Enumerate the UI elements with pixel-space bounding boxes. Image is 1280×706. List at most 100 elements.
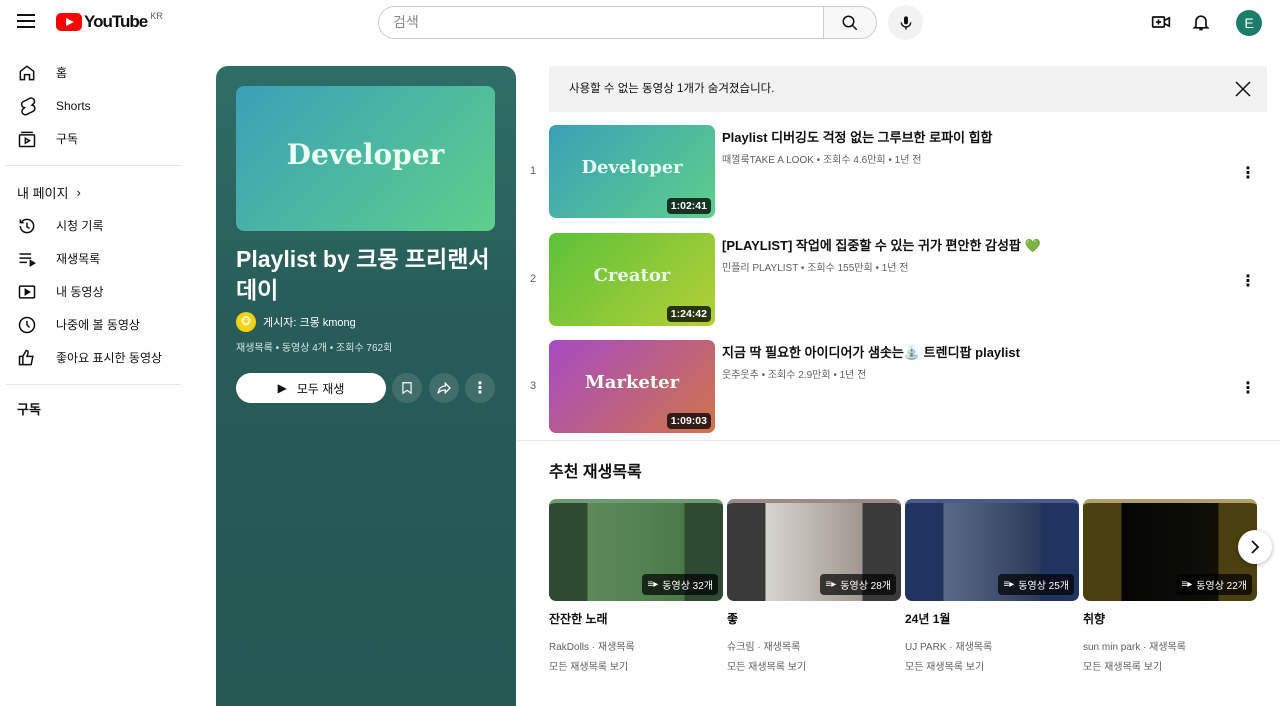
- home-icon: [19, 64, 35, 80]
- divider: [6, 384, 181, 385]
- playlist-icon: ≡▸: [647, 579, 659, 590]
- card-channel[interactable]: UJ PARK · 재생목록: [905, 638, 1079, 653]
- playlist-title: Playlist by 크몽 프리랜서 데이: [236, 246, 490, 303]
- save-button[interactable]: [392, 373, 422, 403]
- sidebar-item-playlists[interactable]: 재생목록: [0, 242, 187, 275]
- voice-search-button[interactable]: [888, 5, 923, 40]
- video-meta: 웃추웃추 • 조회수 2.9만회 • 1년 전: [722, 370, 867, 381]
- recommended-heading: 추천 재생목록: [549, 464, 642, 481]
- card-channel[interactable]: sun min park · 재생목록: [1083, 638, 1257, 653]
- microphone-icon: [900, 15, 911, 30]
- video-count-badge: ≡▸ 동영상 28개: [820, 574, 896, 595]
- bell-icon: [1192, 15, 1210, 31]
- video-title[interactable]: Playlist 디버깅도 걱정 없는 그루브한 로파이 힙합: [722, 127, 993, 146]
- recommended-playlist-card[interactable]: ≡▸ 동영상 22개 취향 sun min park · 재생목록 모든 재생목록…: [1083, 499, 1257, 673]
- card-title[interactable]: 취향: [1083, 610, 1257, 627]
- card-title[interactable]: 좋: [727, 610, 901, 627]
- sidebar-item-my-videos[interactable]: 내 동영상: [0, 275, 187, 308]
- duration-badge: 1:02:41: [666, 198, 711, 214]
- more-vert-icon: ⋮: [472, 380, 488, 397]
- view-all-link[interactable]: 모든 재생목록 보기: [549, 658, 723, 673]
- sidebar-item-watch-later[interactable]: 나중에 볼 동영상: [0, 308, 187, 341]
- sidebar-my-page[interactable]: 내 페이지 ›: [0, 176, 187, 209]
- playlist-video-row[interactable]: 3 Marketer 1:09:03 지금 딱 필요한 아이디어가 샘솟는⛲ 트렌…: [520, 340, 1280, 434]
- youtube-logo[interactable]: YouTube KR: [56, 11, 163, 32]
- share-button[interactable]: [429, 373, 459, 403]
- playlist-icon: ≡▸: [1003, 579, 1015, 590]
- card-channel[interactable]: RakDolls · 재생목록: [549, 638, 723, 653]
- carousel-next-button[interactable]: [1238, 530, 1272, 564]
- shorts-icon: [20, 96, 36, 116]
- more-vert-icon[interactable]: ⋮: [1240, 271, 1256, 291]
- playlist-thumbnail[interactable]: ≡▸ 동영상 22개: [1083, 499, 1257, 601]
- playlist-icon: ≡▸: [1181, 579, 1193, 590]
- video-meta: 민플리 PLAYLIST • 조회수 155만회 • 1년 전: [722, 263, 909, 274]
- recommended-playlist-card[interactable]: ≡▸ 동영상 25개 24년 1월 UJ PARK · 재생목록 모든 재생목록 …: [905, 499, 1079, 673]
- divider: [6, 165, 181, 166]
- sidebar-item-history[interactable]: 시청 기록: [0, 209, 187, 242]
- playlist-thumbnail[interactable]: ≡▸ 동영상 28개: [727, 499, 901, 601]
- menu-icon[interactable]: [17, 14, 35, 28]
- play-icon: ▶: [277, 381, 287, 395]
- video-title[interactable]: 지금 딱 필요한 아이디어가 샘솟는⛲ 트렌디팝 playlist: [722, 342, 1020, 361]
- view-all-link[interactable]: 모든 재생목록 보기: [727, 658, 901, 673]
- close-icon[interactable]: [1235, 81, 1251, 97]
- chevron-right-icon: ›: [76, 185, 81, 200]
- avatar[interactable]: E: [1236, 10, 1262, 36]
- subscriptions-icon: [18, 131, 36, 147]
- owner-avatar: 🐵: [236, 312, 256, 332]
- notifications-button[interactable]: [1183, 4, 1219, 40]
- view-all-link[interactable]: 모든 재생목록 보기: [1083, 658, 1257, 673]
- thumbs-up-icon: [18, 349, 34, 365]
- recommended-playlist-card[interactable]: ≡▸ 동영상 28개 좋 슈크림 · 재생목록 모든 재생목록 보기: [727, 499, 901, 673]
- bookmark-icon: [402, 382, 412, 395]
- playlist-icon: ≡▸: [825, 579, 837, 590]
- search-button[interactable]: [823, 6, 877, 39]
- share-icon: [437, 381, 451, 395]
- playlist-video-row[interactable]: 1 Developer 1:02:41 Playlist 디버깅도 걱정 없는 그…: [520, 125, 1280, 219]
- playlist-thumbnail[interactable]: Developer: [236, 86, 495, 231]
- recommended-playlist-card[interactable]: ≡▸ 동영상 32개 잔잔한 노래 RakDolls · 재생목록 모든 재생목록…: [549, 499, 723, 673]
- card-title[interactable]: 24년 1월: [905, 610, 1079, 627]
- video-title[interactable]: [PLAYLIST] 작업에 집중할 수 있는 귀가 편안한 감성팝 💚: [722, 235, 1041, 254]
- sidebar-item-liked[interactable]: 좋아요 표시한 동영상: [0, 341, 187, 374]
- playlist-thumbnail[interactable]: ≡▸ 동영상 25개: [905, 499, 1079, 601]
- video-meta: 때껄룩TAKE A LOOK • 조회수 4.6만회 • 1년 전: [722, 155, 922, 166]
- create-button[interactable]: [1143, 4, 1179, 40]
- top-bar: YouTube KR 검색 E: [0, 0, 1280, 44]
- chevron-right-icon: [1251, 540, 1260, 554]
- youtube-play-icon: [56, 13, 82, 31]
- more-vert-icon[interactable]: ⋮: [1240, 163, 1256, 183]
- subscriptions-heading: 구독: [17, 402, 41, 417]
- playlist-icon: [19, 252, 36, 267]
- playlist-meta: 재생목록 • 동영상 4개 • 조회수 762회: [236, 343, 393, 354]
- video-thumbnail[interactable]: Marketer 1:09:03: [549, 340, 715, 433]
- view-all-link[interactable]: 모든 재생목록 보기: [905, 658, 1079, 673]
- sidebar-item-shorts[interactable]: Shorts: [0, 89, 187, 122]
- card-title[interactable]: 잔잔한 노래: [549, 610, 723, 627]
- card-channel[interactable]: 슈크림 · 재생목록: [727, 638, 901, 653]
- sidebar: 홈 Shorts 구독 내 페이지 › 시청 기록 재생목록 내 동영상 나중에 …: [0, 56, 187, 425]
- video-count-badge: ≡▸ 동영상 25개: [998, 574, 1074, 595]
- sidebar-item-home[interactable]: 홈: [0, 56, 187, 89]
- my-videos-icon: [18, 284, 36, 299]
- playlist-video-row[interactable]: 2 Creator 1:24:42 [PLAYLIST] 작업에 집중할 수 있는…: [520, 233, 1280, 327]
- create-video-icon: [1151, 16, 1171, 28]
- history-icon: [19, 218, 35, 233]
- video-thumbnail[interactable]: Developer 1:02:41: [549, 125, 715, 218]
- more-vert-icon[interactable]: ⋮: [1240, 378, 1256, 398]
- sidebar-item-subscriptions[interactable]: 구독: [0, 122, 187, 155]
- search-input[interactable]: 검색: [378, 6, 824, 39]
- search-icon: [842, 15, 858, 30]
- playlist-owner[interactable]: 🐵 게시자: 크몽 kmong: [236, 312, 356, 332]
- playlist-header-panel: Developer Playlist by 크몽 프리랜서 데이 🐵 게시자: 크…: [216, 66, 516, 706]
- more-actions-button[interactable]: ⋮: [465, 373, 495, 403]
- duration-badge: 1:09:03: [666, 413, 711, 429]
- clock-icon: [18, 316, 36, 333]
- video-count-badge: ≡▸ 동영상 32개: [642, 574, 718, 595]
- playlist-thumbnail[interactable]: ≡▸ 동영상 32개: [549, 499, 723, 601]
- duration-badge: 1:24:42: [666, 306, 711, 322]
- video-thumbnail[interactable]: Creator 1:24:42: [549, 233, 715, 326]
- video-count-badge: ≡▸ 동영상 22개: [1176, 574, 1252, 595]
- play-all-button[interactable]: ▶ 모두 재생: [236, 373, 386, 403]
